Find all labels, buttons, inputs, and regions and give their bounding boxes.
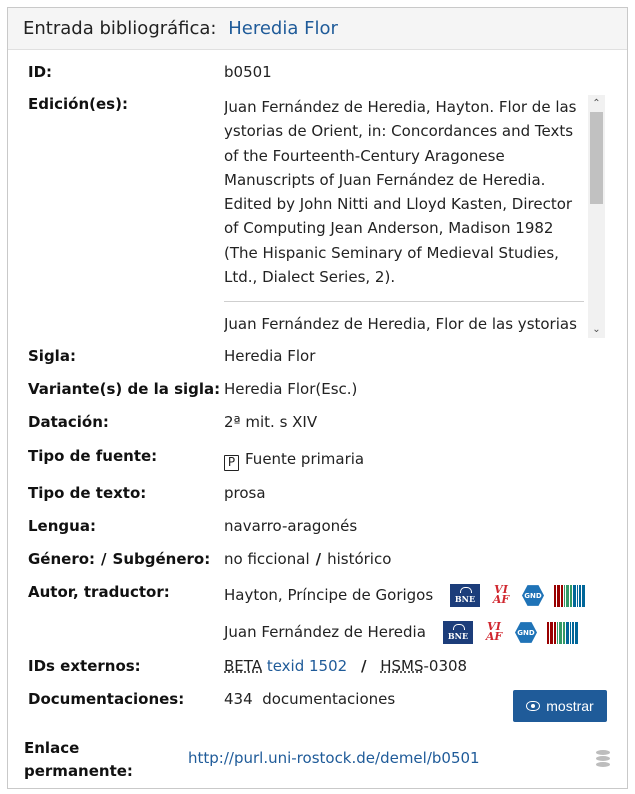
permalink-link[interactable]: http://purl.uni-rostock.de/demel/b0501 [188, 749, 480, 767]
bibliographic-entry-card: Entrada bibliográfica: Heredia Flor ID: … [7, 7, 628, 789]
header-label: Entrada bibliográfica: [23, 18, 217, 39]
bne-icon[interactable]: BNE [450, 584, 480, 607]
mostrar-button[interactable]: mostrar [513, 690, 607, 722]
ids-externos-value: BETA texid 1502 / HSMS-0308 [224, 657, 467, 675]
datacion-label: Datación: [28, 413, 109, 431]
lengua-label: Lengua: [28, 517, 96, 535]
subgenero-label: Subgénero: [112, 550, 211, 568]
row-ediciones: Edición(es): Juan Fernández de Heredia, … [28, 95, 608, 338]
tipo-fuente-value: Fuente primaria [245, 450, 365, 468]
edicion-item: Juan Fernández de Heredia, Hayton. Flor … [224, 98, 577, 287]
autor-1-badges: BNE VI AF GND [450, 584, 590, 607]
lengua-value: navarro-aragonés [224, 517, 358, 535]
edicion-item: Juan Fernández de Heredia, Flor de las y… [224, 315, 577, 334]
viaf-icon[interactable]: VI AF [483, 621, 505, 644]
genero-label-separator: / [101, 550, 107, 568]
edicion-separator [224, 301, 584, 303]
tipo-texto-label: Tipo de texto: [28, 484, 147, 502]
wikidata-icon[interactable] [554, 584, 590, 607]
mostrar-button-label: mostrar [546, 698, 594, 714]
autor-name-1[interactable]: Hayton, Príncipe de Gorigos [224, 586, 433, 604]
ids-separator: / [360, 657, 367, 675]
documentaciones-count: 434 [224, 690, 253, 708]
ediciones-label: Edición(es): [28, 95, 128, 113]
genero-value-separator: / [315, 550, 322, 568]
ediciones-scroll-box[interactable]: Juan Fernández de Heredia, Hayton. Flor … [224, 95, 605, 338]
viaf-icon[interactable]: VI AF [490, 584, 512, 607]
scroll-thumb[interactable] [590, 112, 603, 204]
card-header: Entrada bibliográfica: Heredia Flor [8, 8, 627, 50]
header-value: Heredia Flor [228, 18, 338, 39]
row-autor: Autor, traductor: Hayton, Príncipe de Go… [28, 583, 608, 647]
autor-2-badges: BNE VI AF GND [443, 621, 583, 644]
gnd-icon[interactable]: GND [522, 585, 544, 606]
eye-icon [526, 701, 541, 711]
datacion-value: 2ª mit. s XIV [224, 413, 318, 431]
tipo-fuente-label: Tipo de fuente: [28, 447, 158, 465]
database-icon[interactable] [596, 750, 610, 768]
scroll-down-icon[interactable]: ⌄ [588, 321, 605, 338]
permalink-label: Enlace permanente: [24, 739, 133, 780]
p-source-icon: P [224, 455, 239, 471]
autor-name-2[interactable]: Juan Fernández de Heredia [224, 623, 426, 641]
bne-icon[interactable]: BNE [443, 621, 473, 644]
variantes-label: Variante(s) de la sigla: [28, 380, 221, 398]
id-label: ID: [28, 63, 53, 81]
documentaciones-text: documentaciones [262, 690, 396, 708]
sigla-value: Heredia Flor [224, 347, 316, 365]
genero-label: Género: [28, 550, 96, 568]
ids-externos-label: IDs externos: [28, 657, 141, 675]
gnd-icon[interactable]: GND [515, 622, 537, 643]
beta-texid-link[interactable]: texid 1502 [267, 657, 347, 675]
hsms-abbr: HSMS [380, 657, 424, 675]
autor-label: Autor, traductor: [28, 583, 170, 601]
beta-abbr: BETA [224, 657, 263, 675]
wikidata-icon[interactable] [547, 621, 583, 644]
genero-value-group: no ficcional / histórico [224, 550, 391, 568]
variantes-value: Heredia Flor(Esc.) [224, 380, 358, 398]
sigla-label: Sigla: [28, 347, 76, 365]
scroll-up-icon[interactable]: ⌃ [588, 95, 605, 112]
documentaciones-label: Documentaciones: [28, 690, 185, 708]
tipo-fuente-value-wrap: P Fuente primaria [224, 450, 364, 471]
subgenero-value: histórico [327, 550, 392, 568]
genero-label-group: Género: / Subgénero: [28, 550, 210, 568]
hsms-number: -0308 [423, 657, 468, 675]
tipo-texto-value: prosa [224, 484, 266, 502]
genero-value: no ficcional [224, 550, 310, 568]
permalink-footer: Enlace permanente: http://purl.uni-rosto… [8, 732, 627, 788]
id-value: b0501 [224, 63, 272, 81]
ediciones-scrollbar[interactable]: ⌃ ⌄ [588, 95, 605, 338]
documentaciones-value: 434 documentaciones [224, 690, 395, 708]
